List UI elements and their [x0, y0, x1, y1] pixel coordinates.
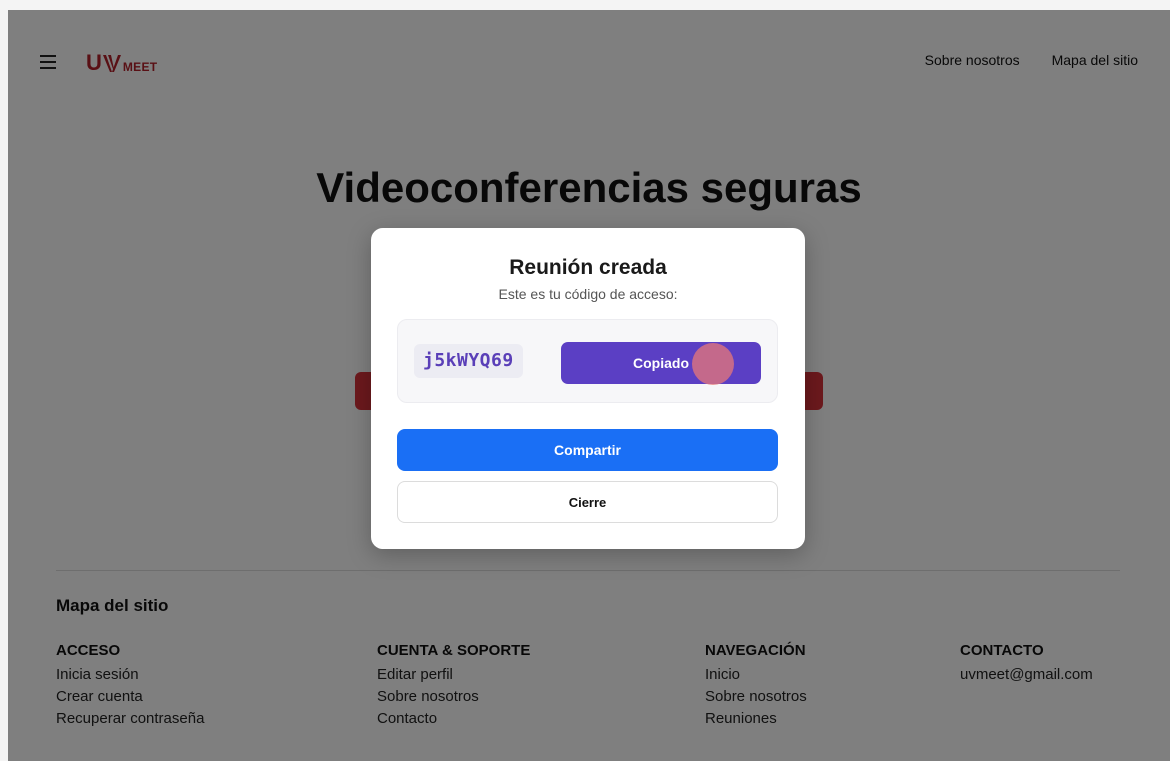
access-code: j5kWYQ69 [414, 344, 523, 378]
meeting-created-dialog: Reunión creada Este es tu código de acce… [371, 228, 805, 549]
page: U MEET Sobre nosotros Mapa del sitio Vid… [8, 10, 1170, 761]
share-button[interactable]: Compartir [397, 429, 778, 471]
dialog-subtitle: Este es tu código de acceso: [498, 286, 678, 302]
close-button[interactable]: Cierre [397, 481, 778, 523]
cursor-click-indicator [692, 343, 734, 385]
dialog-title: Reunión creada [509, 256, 667, 279]
